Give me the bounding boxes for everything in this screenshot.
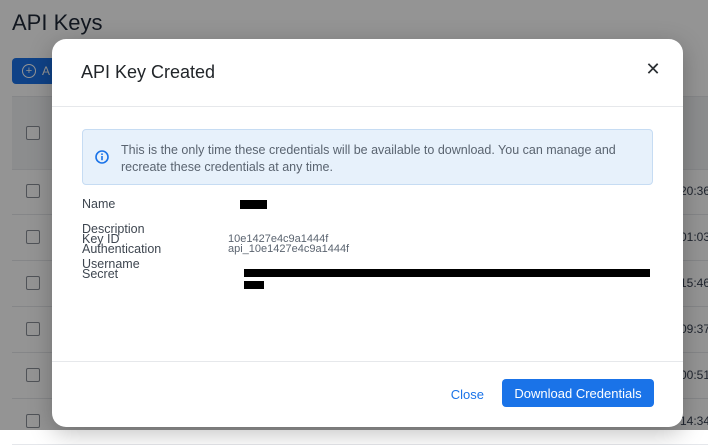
modal-header: API Key Created ✕ [52, 39, 683, 107]
secret-value-redacted-tail [244, 281, 264, 289]
modal-footer: Close Download Credentials [52, 361, 683, 427]
name-value-redacted [240, 200, 267, 209]
modal-body: This is the only time these credentials … [82, 129, 653, 289]
info-alert: This is the only time these credentials … [82, 129, 653, 185]
download-credentials-button[interactable]: Download Credentials [502, 379, 654, 407]
info-text: This is the only time these credentials … [121, 143, 616, 174]
close-icon[interactable]: ✕ [645, 60, 661, 78]
modal-title: API Key Created [81, 62, 216, 82]
api-key-created-dialog: API Key Created ✕ This is the only time … [52, 39, 683, 427]
auth-username-value: api_10e1427e4c9a1444f [228, 243, 350, 255]
secret-label: Secret [82, 267, 119, 281]
secret-value-redacted [244, 269, 650, 277]
close-button[interactable]: Close [451, 387, 484, 402]
info-icon [95, 150, 109, 164]
name-label: Name [82, 197, 116, 211]
